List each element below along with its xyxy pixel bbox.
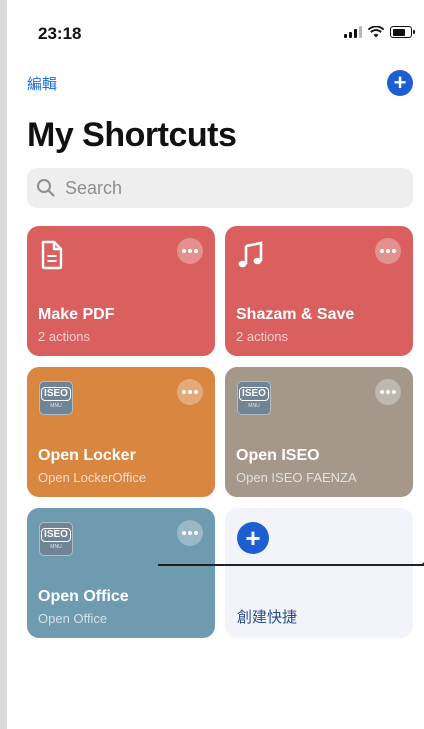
cellular-signal-icon [344,26,362,38]
shortcut-name: Open Locker [38,447,136,464]
shortcut-card-shazam-save[interactable]: Shazam & Save 2 actions [225,226,413,356]
status-bar: 23:18 [7,22,424,46]
shortcut-card-open-locker[interactable]: ISEO MNU Open Locker Open LockerOffice [27,367,215,497]
iseo-app-icon: ISEO MNU [39,381,73,415]
shortcut-card-open-office[interactable]: ISEO MNU Open Office Open Office [27,508,215,638]
search-input[interactable] [63,176,367,200]
shortcut-card-open-iseo[interactable]: ISEO MNU Open ISEO Open ISEO FAENZA [225,367,413,497]
plus-icon: + [237,522,269,554]
add-shortcut-button[interactable]: + [387,70,413,96]
shortcut-subtitle: Open LockerOffice [38,470,147,485]
annotation-pointer-line [158,564,424,566]
ellipsis-icon [380,390,396,394]
shortcut-subtitle: 2 actions [236,329,289,344]
edit-button[interactable]: 編輯 [27,73,57,94]
iseo-badge-text: ISEO [239,387,269,401]
more-options-button[interactable] [177,379,203,405]
search-icon [37,179,55,197]
iseo-app-icon: ISEO MNU [39,522,73,556]
create-shortcut-label: 創建快捷 [237,608,298,626]
more-options-button[interactable] [177,520,203,546]
shortcut-card-make-pdf[interactable]: Make PDF 2 actions [27,226,215,356]
shortcut-subtitle: 2 actions [38,329,91,344]
more-options-button[interactable] [375,379,401,405]
more-options-button[interactable] [375,238,401,264]
phone-screen: 23:18 編輯 + My Shortcuts Search Make PDF … [7,0,424,729]
shortcut-name: Open Office [38,588,129,605]
document-icon [41,240,63,270]
more-options-button[interactable] [177,238,203,264]
plus-icon: + [393,70,407,95]
battery-icon [390,26,415,38]
status-icons [344,26,415,38]
ellipsis-icon [182,531,198,535]
shortcut-name: Shazam & Save [236,306,355,323]
ellipsis-icon [182,390,198,394]
ellipsis-icon [380,249,396,253]
create-shortcut-card[interactable]: + 創建快捷 [225,508,413,638]
iseo-badge-text: ISEO [41,528,71,542]
search-bar[interactable] [27,168,413,208]
iseo-badge-subtext: MNU [248,403,260,409]
status-time: 23:18 [38,24,82,43]
device-frame-edge [0,0,7,729]
shortcut-subtitle: Open Office [38,611,108,626]
iseo-badge-text: ISEO [41,387,71,401]
shortcut-subtitle: Open ISEO FAENZA [236,470,357,485]
iseo-badge-subtext: MNU [50,544,62,550]
page-title: My Shortcuts [27,116,237,154]
iseo-app-icon: ISEO MNU [237,381,271,415]
shortcut-name: Open ISEO [236,447,320,464]
music-note-icon [238,241,263,268]
iseo-badge-subtext: MNU [50,403,62,409]
wifi-icon [368,26,384,38]
shortcut-name: Make PDF [38,306,115,323]
ellipsis-icon [182,249,198,253]
